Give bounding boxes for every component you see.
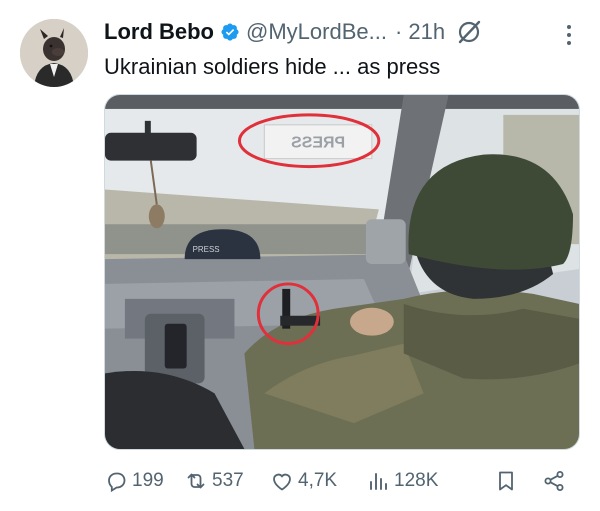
- verified-badge-icon: [221, 23, 239, 41]
- tweet-actions: 199 537 4,7K 128K: [104, 466, 580, 496]
- avatar[interactable]: [20, 19, 88, 87]
- tweet-header: Lord Bebo @MyLordBe... · 21h: [104, 17, 580, 47]
- views-count: 128K: [394, 470, 439, 491]
- author-handle[interactable]: @MyLordBe...: [246, 19, 387, 45]
- tweet-text: Ukrainian soldiers hide ... as press: [104, 54, 441, 79]
- repost-button[interactable]: 537: [184, 469, 244, 493]
- timestamp[interactable]: · 21h: [395, 19, 445, 45]
- grok-icon[interactable]: [455, 18, 483, 46]
- views-icon: [370, 473, 387, 490]
- tweet-image[interactable]: PRESS PRESS: [104, 94, 580, 450]
- reply-button[interactable]: 199: [104, 469, 164, 493]
- helmet-press-text: PRESS: [193, 245, 220, 254]
- repost-count: 537: [212, 470, 244, 491]
- repost-icon: [187, 473, 205, 489]
- views-button[interactable]: 128K: [366, 469, 438, 493]
- share-icon: [544, 471, 564, 491]
- author-name[interactable]: Lord Bebo: [104, 19, 214, 45]
- heart-icon: [273, 473, 291, 491]
- share-button[interactable]: [542, 469, 570, 493]
- bookmark-icon: [499, 471, 513, 491]
- more-options-icon[interactable]: [566, 24, 572, 46]
- reply-count: 199: [132, 470, 164, 491]
- like-button[interactable]: 4,7K: [270, 469, 337, 493]
- tweet[interactable]: Lord Bebo @MyLordBe... · 21h Ukrainian s…: [0, 0, 600, 511]
- bookmark-button[interactable]: [494, 469, 522, 493]
- press-sign-text: PRESS: [291, 135, 345, 152]
- reply-icon: [108, 472, 126, 493]
- like-count: 4,7K: [298, 470, 338, 491]
